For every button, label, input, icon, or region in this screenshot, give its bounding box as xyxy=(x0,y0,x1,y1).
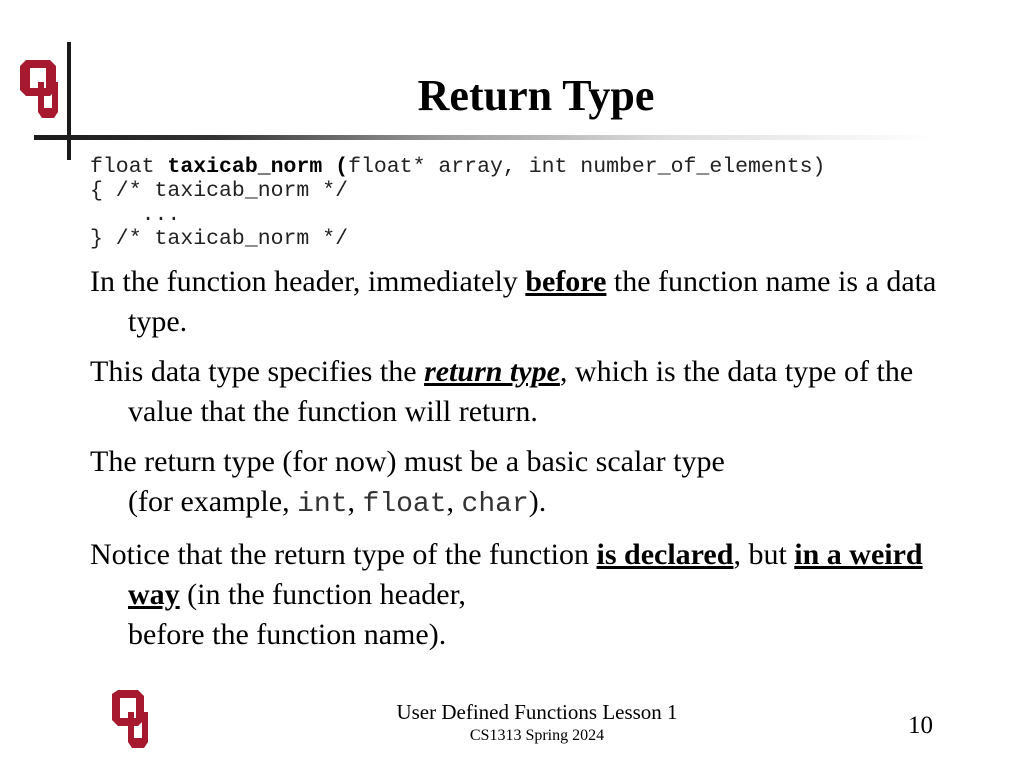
bullet-declared: Notice that the return type of the funct… xyxy=(90,538,923,651)
code-ellipsis: ... xyxy=(90,203,181,227)
code-open-brace: { /* taxicab_norm */ xyxy=(90,179,349,203)
code-function-name: taxicab_norm ( xyxy=(167,155,349,179)
code-params: float* array, int number_of_elements) xyxy=(348,155,826,179)
header-horizontal-rule xyxy=(34,135,934,140)
code-close-brace: } /* taxicab_norm */ xyxy=(90,227,349,251)
slide-footer: User Defined Functions Lesson 1 CS1313 S… xyxy=(0,700,1024,748)
code-int: int xyxy=(297,489,348,520)
bullet-list: In the function header, immediately befo… xyxy=(90,262,970,665)
code-block: float taxicab_norm (float* array, int nu… xyxy=(90,155,825,251)
footer-course: CS1313 Spring 2024 xyxy=(469,727,605,744)
code-float: float xyxy=(362,489,447,520)
code-return-type: float xyxy=(90,155,168,179)
bullet-scalar-type: The return type (for now) must be a basi… xyxy=(90,445,725,520)
slide-title: Return Type xyxy=(417,71,655,120)
code-char: char xyxy=(461,489,529,520)
emphasis-return-type: return type xyxy=(424,355,560,388)
emphasis-before: before xyxy=(525,265,607,298)
bullet-return-type: This data type specifies the return type… xyxy=(90,355,914,428)
footer-lesson-title: User Defined Functions Lesson 1 xyxy=(396,700,678,724)
page-number: 10 xyxy=(908,712,933,739)
bullet-before: In the function header, immediately befo… xyxy=(90,265,937,338)
emphasis-is-declared: is declared xyxy=(596,538,734,571)
